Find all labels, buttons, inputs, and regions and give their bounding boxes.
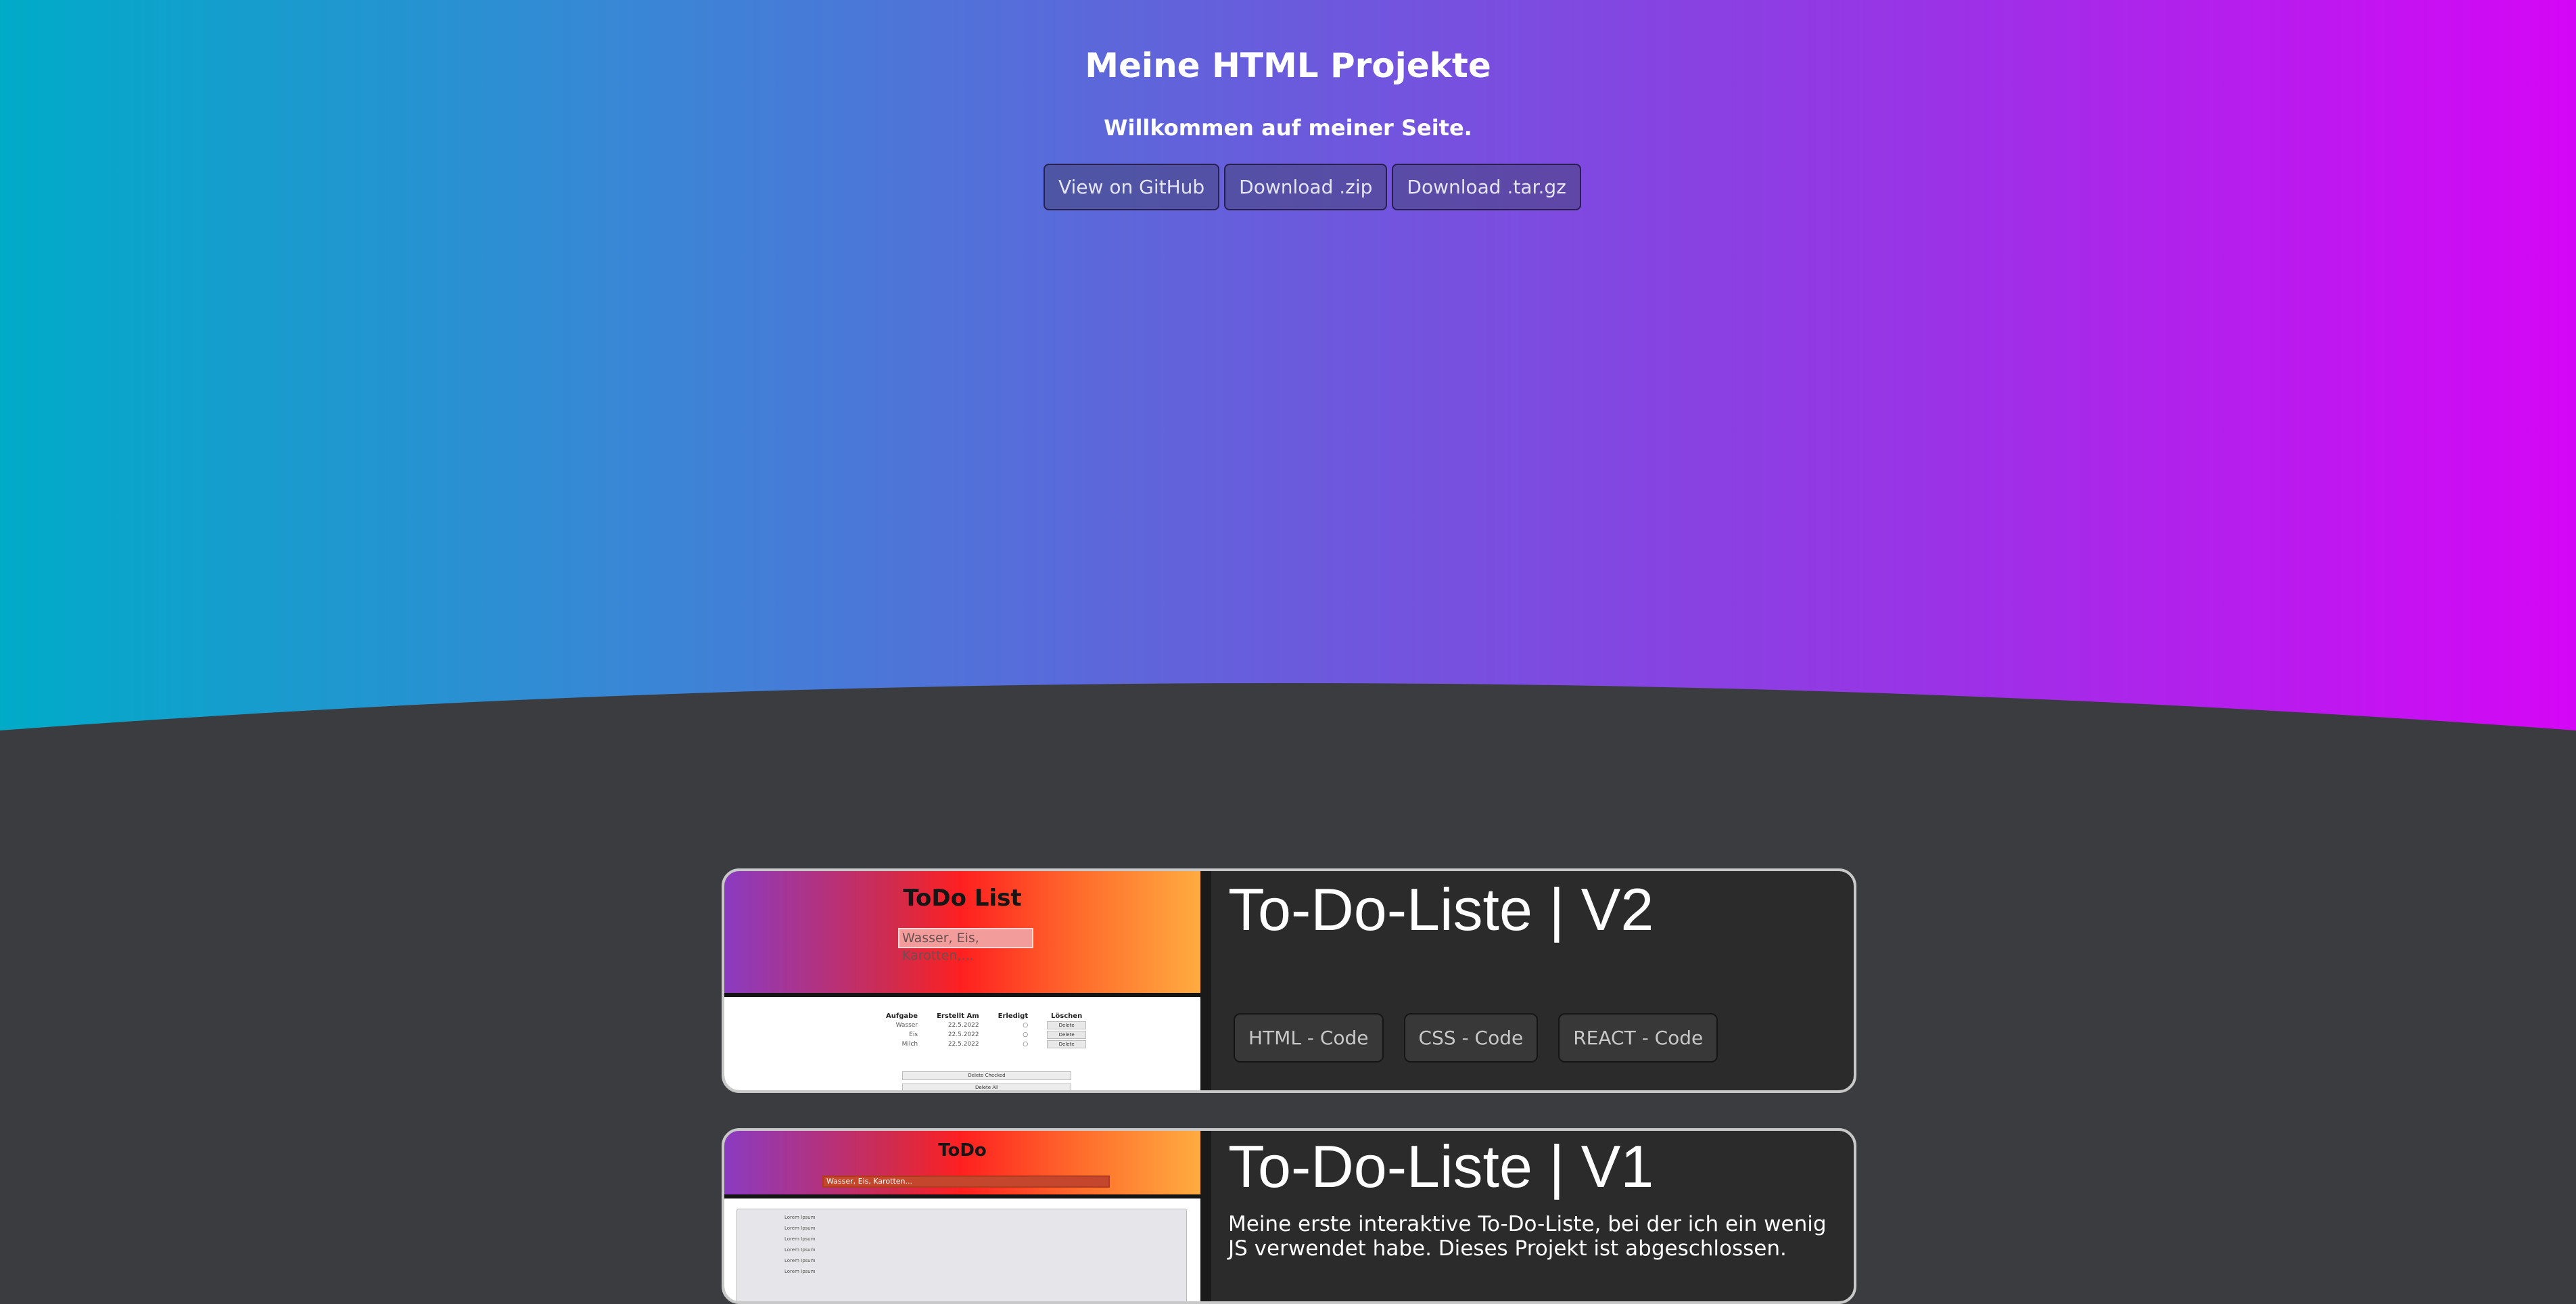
delete-all-button: Delete All xyxy=(902,1084,1071,1090)
list-item: Lorem Ipsum xyxy=(784,1215,816,1220)
checkbox-icon: ○ xyxy=(1023,1041,1029,1048)
table-row: Milch 22.5.2022 ○ Delete xyxy=(876,1040,1096,1049)
thumbnail-header: ToDo Wasser, Eis, Karotten... xyxy=(724,1131,1200,1198)
delete-button: Delete xyxy=(1047,1021,1087,1029)
hero-section xyxy=(0,0,2576,737)
page-title: Meine HTML Projekte xyxy=(1085,46,1491,85)
thumbnail-title: ToDo xyxy=(938,1140,987,1161)
thumbnail-list: Lorem Ipsum Lorem Ipsum Lorem Ipsum Lore… xyxy=(736,1209,1187,1301)
delete-button: Delete xyxy=(1047,1031,1087,1039)
project-description: Meine erste interaktive To-Do-Liste, bei… xyxy=(1228,1212,1827,1261)
thumbnail-title: ToDo List xyxy=(903,885,1022,912)
project-thumbnail[interactable]: ToDo Wasser, Eis, Karotten... Lorem Ipsu… xyxy=(724,1131,1200,1301)
project-card-todo-v1: ToDo Wasser, Eis, Karotten... Lorem Ipsu… xyxy=(722,1128,1856,1304)
table-cell: Wasser xyxy=(895,1022,918,1029)
table-cell: Delete xyxy=(1037,1021,1096,1030)
css-code-button[interactable]: CSS - Code xyxy=(1403,1013,1539,1063)
list-item: Lorem Ipsum xyxy=(784,1236,816,1242)
react-code-button[interactable]: REACT - Code xyxy=(1558,1013,1718,1063)
header-button-row: View on GitHub Download .zip Download .t… xyxy=(1044,164,1581,213)
table-header-row: Aufgabe Erstellt Am Erledigt Löschen xyxy=(876,1012,1096,1021)
checkbox-icon: ○ xyxy=(1023,1031,1029,1038)
download-targz-button[interactable]: Download .tar.gz xyxy=(1392,164,1581,210)
table-cell: Delete xyxy=(1037,1040,1096,1049)
table-header: Aufgabe xyxy=(886,1012,918,1020)
thumbnail-header: ToDo List Wasser, Eis, Karotten,... xyxy=(724,871,1200,997)
list-item: Lorem Ipsum xyxy=(784,1258,816,1263)
html-code-button[interactable]: HTML - Code xyxy=(1234,1013,1384,1063)
table-cell: Eis xyxy=(909,1031,918,1038)
table-cell: 22.5.2022 xyxy=(947,1022,979,1029)
thumbnail-table: Aufgabe Erstellt Am Erledigt Löschen Was… xyxy=(876,1012,1096,1049)
list-item: Lorem Ipsum xyxy=(784,1247,816,1253)
project-title: To-Do-Liste | V2 xyxy=(1228,876,1654,943)
checkbox-icon: ○ xyxy=(1023,1022,1029,1029)
table-header: Löschen xyxy=(1051,1012,1083,1020)
table-header: Erledigt xyxy=(998,1012,1029,1020)
table-row: Wasser 22.5.2022 ○ Delete xyxy=(876,1021,1096,1030)
table-row: Eis 22.5.2022 ○ Delete xyxy=(876,1030,1096,1040)
download-zip-button[interactable]: Download .zip xyxy=(1224,164,1388,210)
table-cell: Delete xyxy=(1037,1030,1096,1040)
delete-checked-button: Delete Checked xyxy=(902,1071,1071,1080)
thumbnail-divider xyxy=(1200,1131,1211,1301)
project-title: To-Do-Liste | V1 xyxy=(1228,1133,1654,1200)
table-cell: Milch xyxy=(901,1041,918,1048)
code-button-row: HTML - Code CSS - Code REACT - Code xyxy=(1234,1013,1718,1063)
project-card-todo-v2: ToDo List Wasser, Eis, Karotten,... Aufg… xyxy=(722,868,1856,1093)
delete-button: Delete xyxy=(1047,1040,1087,1048)
table-cell: 22.5.2022 xyxy=(947,1031,979,1038)
view-on-github-button[interactable]: View on GitHub xyxy=(1044,164,1220,210)
hero-wave-divider xyxy=(0,683,2576,758)
thumbnail-input: Wasser, Eis, Karotten,... xyxy=(898,928,1033,963)
list-item: Lorem Ipsum xyxy=(784,1269,816,1274)
page-subtitle: Willkommen auf meiner Seite. xyxy=(1104,115,1472,141)
table-cell: 22.5.2022 xyxy=(947,1041,979,1048)
thumbnail-input: Wasser, Eis, Karotten... xyxy=(822,1175,1110,1188)
list-item: Lorem Ipsum xyxy=(784,1226,816,1231)
table-header: Erstellt Am xyxy=(937,1012,979,1020)
thumbnail-divider xyxy=(1200,871,1211,1090)
project-thumbnail[interactable]: ToDo List Wasser, Eis, Karotten,... Aufg… xyxy=(724,871,1200,1090)
